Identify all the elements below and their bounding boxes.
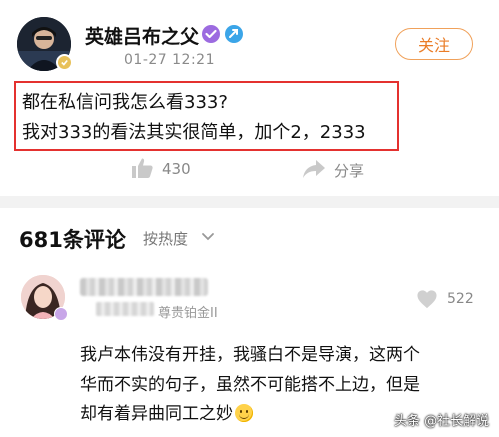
chevron-down-icon[interactable]	[201, 232, 215, 242]
watermark: 头条 @社长解说	[394, 414, 490, 429]
share-button-label[interactable]: 分享	[334, 160, 364, 181]
commenter-level: 尊贵铂金II	[158, 306, 218, 321]
comment-text-line-2: 华而不实的句子，虽然不可能搭不上边，但是	[80, 375, 420, 395]
like-icon[interactable]	[416, 289, 438, 309]
commenter-badge-icon	[54, 307, 68, 321]
comment-like-count: 522	[447, 291, 474, 307]
post-text-line-1: 都在私信问我怎么看333?	[22, 92, 228, 113]
sort-dropdown[interactable]: 按热度	[143, 228, 188, 249]
post-text-line-2: 我对333的看法其实很简单，加个2，2333	[22, 122, 366, 143]
share-icon[interactable]	[302, 158, 326, 180]
like-icon[interactable]	[130, 157, 154, 179]
vip-icon	[225, 25, 243, 43]
commenter-name-redacted[interactable]	[80, 278, 208, 296]
follow-button[interactable]: 关注	[395, 28, 473, 60]
smile-emoji-icon	[235, 404, 253, 422]
comments-count: 681条评论	[19, 228, 126, 252]
commenter-subtitle-redacted	[96, 302, 154, 316]
verified-icon	[202, 25, 220, 43]
post-timestamp: 01-27 12:21	[124, 52, 215, 68]
post-like-count: 430	[162, 160, 191, 178]
avatar-verified-badge	[56, 54, 73, 71]
comment-text-line-3: 却有着异曲同工之妙	[80, 399, 253, 424]
comment-text-line-3-content: 却有着异曲同工之妙	[80, 404, 233, 424]
author-name[interactable]: 英雄吕布之父	[85, 22, 199, 49]
section-divider	[0, 196, 499, 208]
comment-text-line-1: 我卢本伟没有开挂，我骚白不是导演，这两个	[80, 345, 420, 365]
